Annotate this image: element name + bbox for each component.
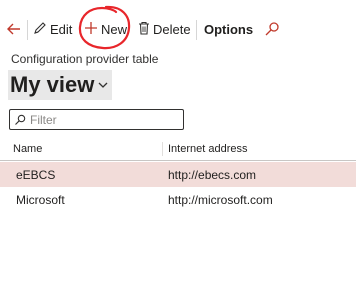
filter-box[interactable]: [9, 109, 184, 130]
action-pane: Edit New Delete Options: [0, 13, 356, 45]
cell-internet-address: http://ebecs.com: [168, 168, 257, 182]
column-header-internet-address[interactable]: Internet address: [168, 143, 248, 155]
filter-search-icon: [15, 114, 26, 125]
filter-input[interactable]: [30, 112, 180, 127]
table-row[interactable]: Microsoft http://microsoft.com: [0, 187, 356, 212]
cell-name: eEBCS: [16, 168, 56, 182]
cell-internet-address: http://microsoft.com: [168, 193, 273, 207]
edit-button[interactable]: Edit: [33, 13, 72, 45]
view-selector[interactable]: My view: [8, 70, 113, 100]
new-button[interactable]: New: [84, 13, 127, 45]
column-divider: [162, 142, 163, 156]
column-header-name[interactable]: Name: [13, 143, 42, 155]
view-name: My view: [10, 72, 95, 97]
toolbar-divider: [196, 20, 197, 40]
delete-button[interactable]: Delete: [138, 13, 191, 45]
trash-icon: [138, 21, 150, 38]
page: Edit New Delete Options Configuration pr…: [0, 0, 356, 287]
edit-label: Edit: [50, 21, 73, 37]
delete-label: Delete: [153, 21, 191, 37]
pencil-icon: [33, 21, 47, 38]
options-label: Options: [204, 21, 254, 37]
table-row[interactable]: eEBCS http://ebecs.com: [0, 162, 356, 187]
chevron-down-icon: [98, 82, 108, 88]
plus-icon: [84, 21, 98, 38]
toolbar-divider: [27, 20, 28, 40]
search-icon[interactable]: [264, 21, 280, 37]
page-caption: Configuration provider table: [11, 52, 159, 66]
new-label: New: [101, 21, 128, 37]
back-arrow-icon[interactable]: [5, 20, 23, 38]
records-grid: Name Internet address eEBCS http://ebecs…: [0, 138, 356, 212]
grid-header: Name Internet address: [0, 138, 356, 161]
cell-name: Microsoft: [16, 193, 65, 207]
options-tab[interactable]: Options: [204, 13, 253, 45]
